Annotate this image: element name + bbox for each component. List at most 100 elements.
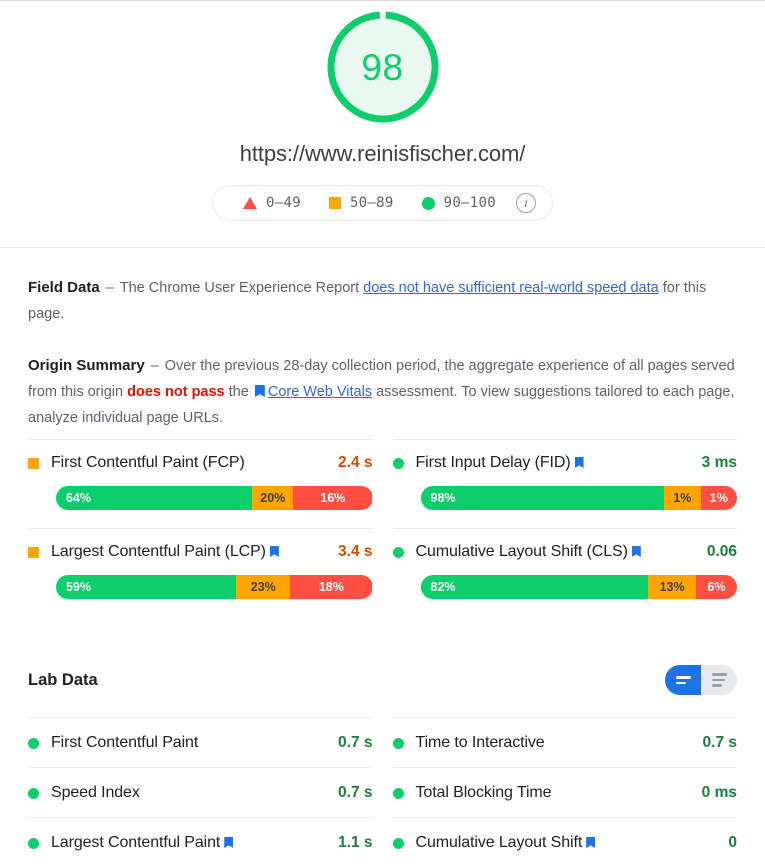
- field-metric-header: Largest Contentful Paint (LCP) 3.4 s: [28, 543, 373, 561]
- lab-metric-value: 0.7 s: [702, 734, 737, 751]
- field-metric-name-text: Cumulative Layout Shift (CLS): [415, 543, 628, 560]
- lab-metric-row: Cumulative Layout Shift 0: [392, 817, 737, 867]
- score-section: 98 https://www.reinisfischer.com/ 0–49 5…: [0, 1, 765, 248]
- field-metric-header: First Contentful Paint (FCP) 2.4 s: [28, 454, 373, 472]
- lab-metrics-grid: First Contentful Paint 0.7 s Time to Int…: [28, 717, 737, 867]
- legend-item-average: 50–89: [315, 195, 408, 211]
- lab-metric-name-text: Cumulative Layout Shift: [415, 834, 583, 851]
- circle-pass-icon: [392, 737, 404, 749]
- lab-metric-row: First Contentful Paint 0.7 s: [28, 717, 373, 767]
- info-icon[interactable]: i: [515, 193, 536, 213]
- detail-view-bars: [711, 673, 727, 687]
- distribution-label-average: 1%: [673, 491, 692, 505]
- lab-metric-row: Largest Contentful Paint 1.1 s: [28, 817, 373, 867]
- field-metric-cls: Cumulative Layout Shift (CLS) 0.06 82% 1…: [392, 528, 738, 617]
- score-value: 98: [361, 46, 404, 88]
- circle-pass-icon: [28, 837, 39, 849]
- lab-metric-row: Time to Interactive 0.7 s: [392, 717, 737, 767]
- distribution-segment-good: 82%: [420, 575, 649, 599]
- legend-item-fail: 0–49: [229, 195, 315, 211]
- does-not-pass-text: does not pass: [127, 384, 225, 400]
- distribution-segment-good: 64%: [56, 486, 253, 510]
- distribution-label-average: 23%: [250, 580, 276, 594]
- field-metric-fid: First Input Delay (FID) 3 ms 98% 1% 1%: [392, 439, 737, 528]
- distribution-bar: 64% 20% 16%: [56, 486, 373, 510]
- lab-metric-name: Time to Interactive: [415, 734, 545, 751]
- field-metric-name-text: Largest Contentful Paint (LCP): [51, 543, 266, 560]
- distribution-bar: 59% 23% 18%: [56, 575, 373, 599]
- distribution-segment-poor: 16%: [293, 486, 373, 510]
- circle-pass-icon: [28, 787, 39, 799]
- distribution-segment-good: 98%: [420, 486, 665, 510]
- legend-label-fail: 0–49: [266, 195, 301, 211]
- square-average-icon: [28, 457, 39, 469]
- circle-pass-icon: [392, 837, 404, 849]
- field-data-section: Field Data – The Chrome User Experience Re…: [28, 248, 737, 327]
- triangle-fail-icon: [243, 197, 258, 209]
- distribution-segment-average: 20%: [252, 486, 294, 510]
- lab-metric-value: 0: [728, 834, 737, 851]
- circle-pass-icon: [392, 457, 404, 469]
- lab-metric-value: 1.1 s: [338, 834, 373, 851]
- distribution-label-poor: 18%: [318, 580, 344, 594]
- circle-pass-icon: [421, 196, 435, 210]
- circle-pass-icon: [28, 737, 39, 749]
- field-data-text-before: The Chrome User Experience Report: [119, 280, 364, 296]
- score-legend: 0–49 50–89 90–100 i: [212, 185, 553, 221]
- distribution-segment-poor: 1%: [700, 486, 737, 510]
- detail-view-icon[interactable]: [701, 665, 737, 695]
- lab-data-header: Lab Data: [28, 617, 737, 717]
- lab-metric-name: Total Blocking Time: [415, 784, 552, 801]
- lab-metric-name-text: Largest Contentful Paint: [51, 834, 221, 851]
- core-web-vitals-flag-icon: [574, 457, 584, 468]
- field-data-title: Field Data: [28, 279, 100, 296]
- core-web-vitals-link[interactable]: Core Web Vitals: [268, 384, 372, 400]
- field-metric-name-text: First Input Delay (FID): [415, 454, 571, 471]
- legend-item-pass: 90–100: [408, 195, 510, 211]
- lab-metric-row: Speed Index 0.7 s: [28, 767, 373, 817]
- square-average-icon: [328, 197, 341, 209]
- performance-score-gauge: 98: [323, 7, 443, 127]
- distribution-bar: 82% 13% 6%: [420, 575, 738, 599]
- distribution-label-poor: 6%: [707, 580, 726, 594]
- field-metric-lcp: Largest Contentful Paint (LCP) 3.4 s 59%…: [28, 528, 373, 617]
- field-metric-fcp: First Contentful Paint (FCP) 2.4 s 64% 2…: [28, 439, 373, 528]
- square-average-icon: [28, 546, 39, 558]
- field-metric-header: First Input Delay (FID) 3 ms: [392, 454, 737, 472]
- core-web-vitals-flag-icon: [586, 837, 596, 848]
- field-metric-header: Cumulative Layout Shift (CLS) 0.06: [392, 543, 737, 561]
- list-view-icon[interactable]: [665, 665, 701, 695]
- distribution-label-poor: 16%: [320, 491, 346, 505]
- insufficient-data-link[interactable]: does not have sufficient real-world spee…: [363, 280, 659, 296]
- lab-data-title: Lab Data: [28, 670, 98, 689]
- distribution-label-average: 13%: [659, 580, 685, 594]
- circle-pass-icon: [392, 787, 404, 799]
- core-web-vitals-flag-icon: [631, 546, 641, 557]
- lab-metric-value: 0.7 s: [338, 734, 373, 751]
- core-web-vitals-flag-icon: [269, 546, 279, 557]
- origin-summary-dash: –: [150, 358, 159, 374]
- distribution-segment-average: 23%: [236, 575, 291, 599]
- lab-metric-row: Total Blocking Time 0 ms: [392, 767, 737, 817]
- origin-summary-title: Origin Summary: [28, 357, 145, 374]
- field-data-paragraph: Field Data – The Chrome User Experience Re…: [28, 275, 737, 327]
- field-metric-value: 2.4 s: [338, 454, 373, 471]
- core-web-vitals-flag-icon: [224, 837, 234, 848]
- lab-metric-name: Largest Contentful Paint: [51, 834, 338, 852]
- lab-metric-value: 0.7 s: [338, 784, 373, 801]
- distribution-segment-average: 13%: [648, 575, 696, 599]
- field-metric-value: 3.4 s: [338, 543, 373, 560]
- lab-metric-value: 0 ms: [701, 784, 737, 801]
- distribution-label-poor: 1%: [709, 491, 728, 505]
- distribution-label-good: 59%: [66, 580, 92, 594]
- field-metric-name: First Input Delay (FID): [416, 454, 702, 472]
- lab-data-view-toggle[interactable]: [665, 665, 737, 695]
- field-metric-value: 0.06: [706, 543, 737, 560]
- distribution-segment-poor: 6%: [695, 575, 737, 599]
- legend-label-average: 50–89: [349, 195, 394, 211]
- legend-label-pass: 90–100: [443, 195, 496, 211]
- distribution-label-good: 82%: [430, 580, 456, 594]
- page-url: https://www.reinisfischer.com/: [239, 141, 526, 166]
- field-data-dash: –: [105, 280, 114, 296]
- field-metric-name: First Contentful Paint (FCP): [51, 454, 245, 471]
